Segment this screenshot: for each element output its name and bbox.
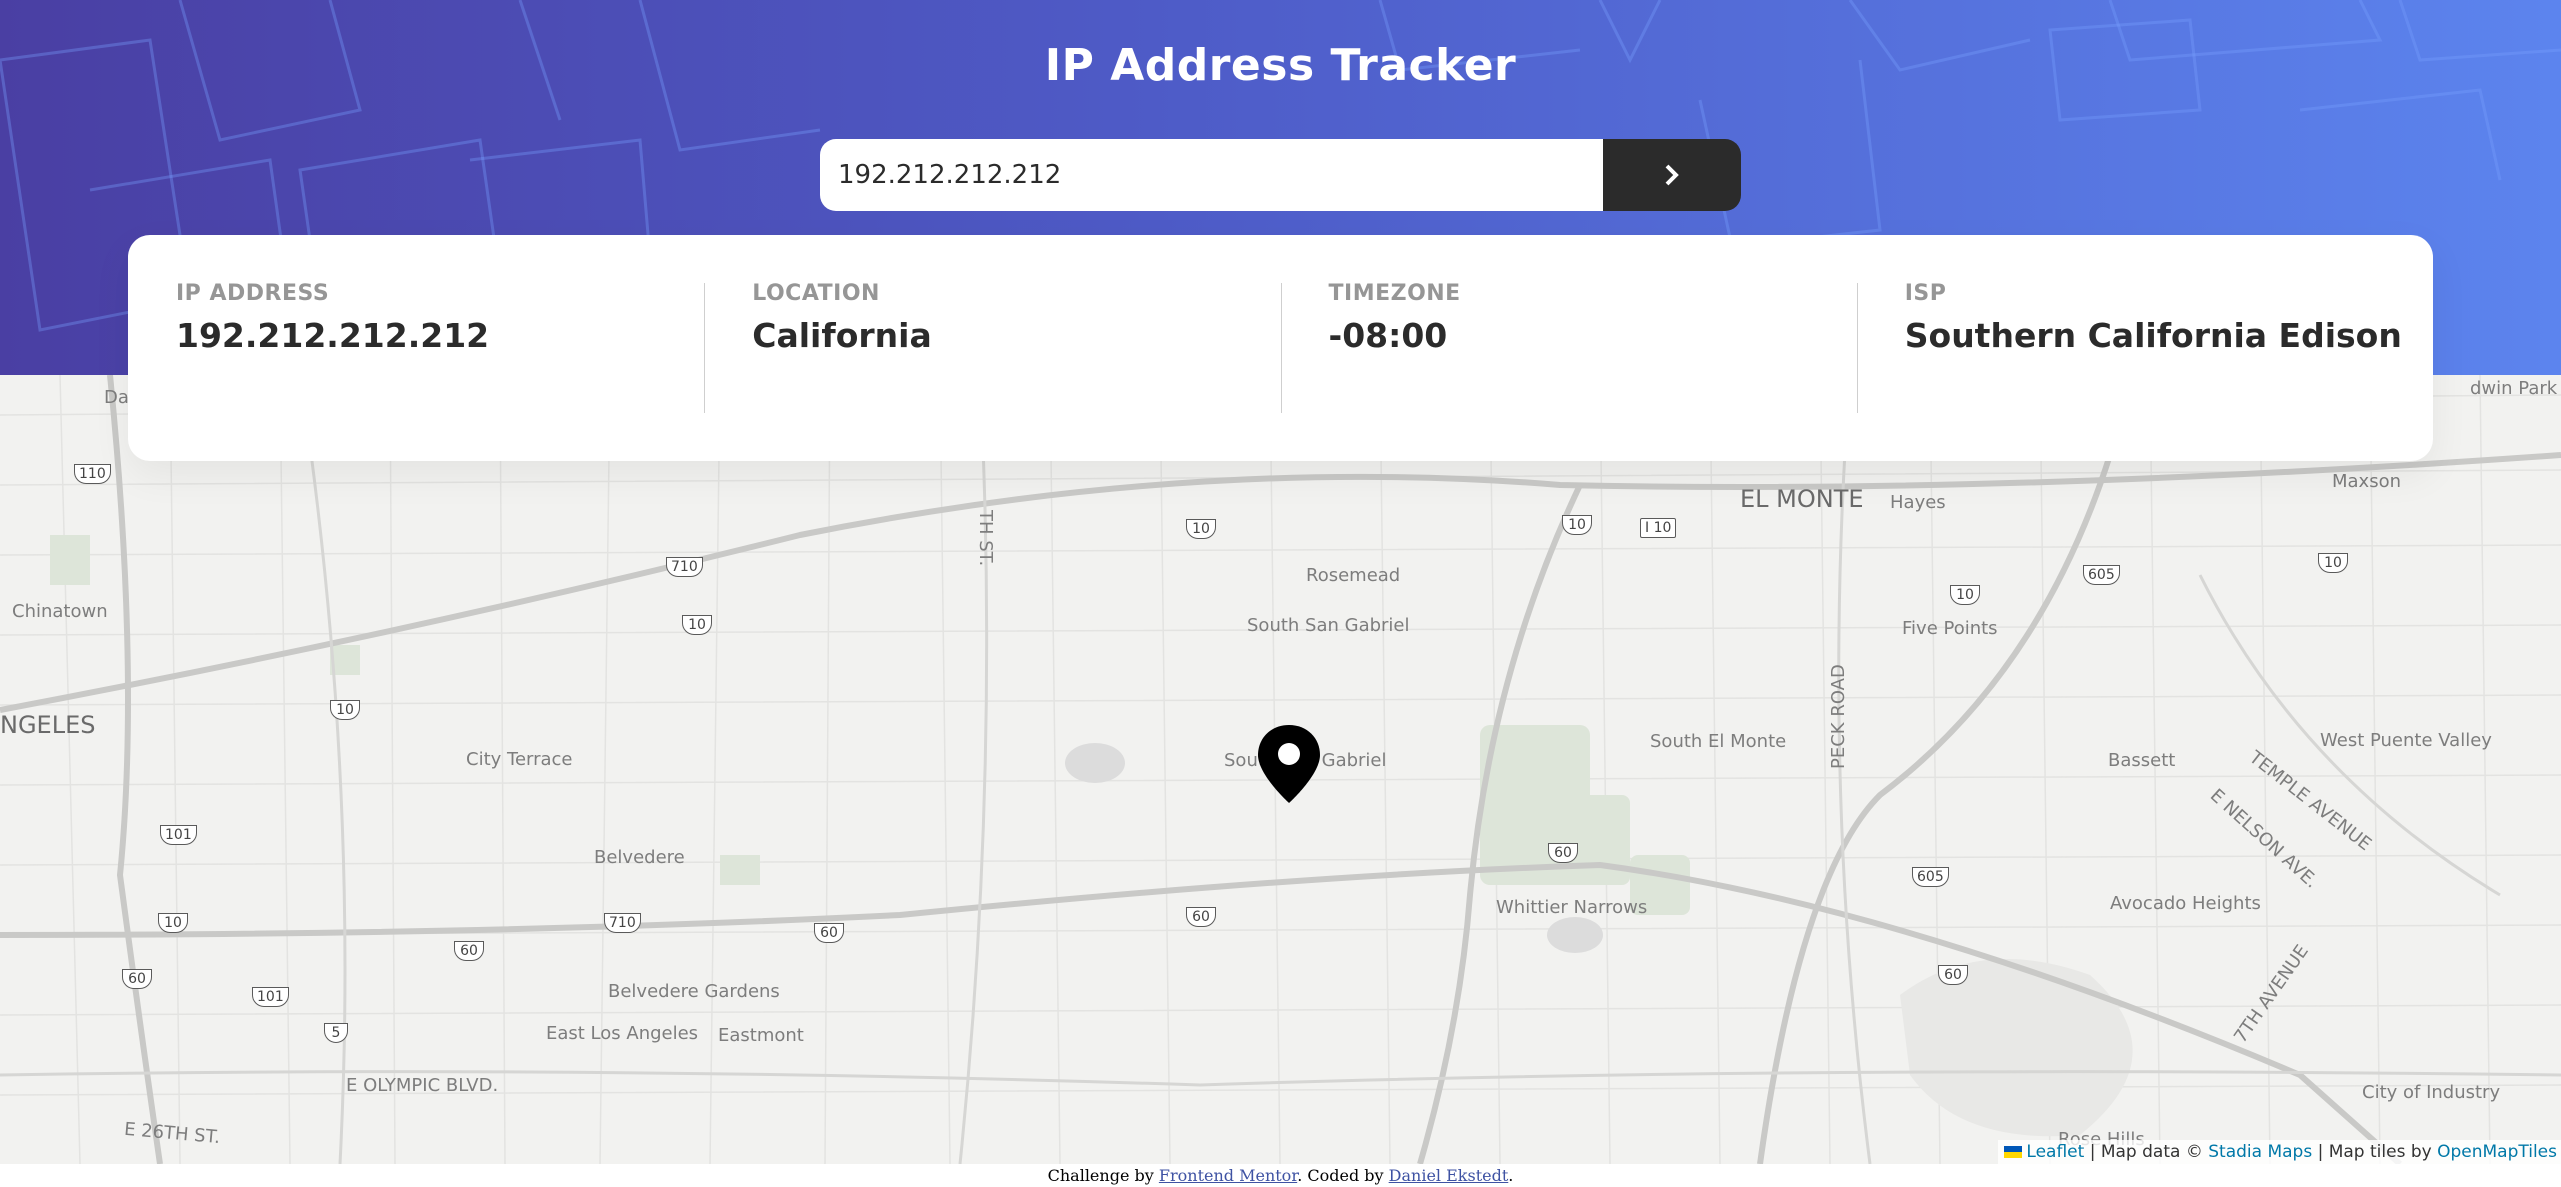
highway-shield: 10 [1950, 585, 1980, 605]
highway-shield: 10 [1186, 519, 1216, 539]
highway-shield: 101 [160, 825, 197, 845]
map-label-belvedere: Belvedere [594, 847, 685, 868]
ip-search-input[interactable] [820, 139, 1603, 211]
ukraine-flag-icon [2004, 1146, 2023, 1158]
map-label-peck-road: PECK ROAD [1828, 664, 1849, 769]
map-label-city-of-industry: City of Industry [2362, 1082, 2501, 1103]
info-ip-address: IP ADDRESS 192.212.212.212 [128, 235, 704, 461]
highway-shield: 60 [1186, 907, 1216, 927]
map-label-da: Da [104, 387, 129, 408]
map-label-baldwin-park: dwin Park [2470, 378, 2558, 399]
info-label: ISP [1904, 281, 1947, 306]
map-label-five-points: Five Points [1902, 618, 1998, 639]
highway-shield: I 10 [1640, 518, 1677, 538]
highway-shield: 710 [604, 913, 641, 933]
leaflet-link[interactable]: Leaflet [2026, 1142, 2084, 1162]
highway-shield: 60 [1938, 965, 1968, 985]
ip-search-form [820, 139, 1741, 211]
map-attribution: Leaflet | Map data © Stadia Maps | Map t… [1998, 1140, 2561, 1164]
chevron-right-icon [1665, 164, 1679, 186]
highway-shield: 605 [2083, 565, 2120, 585]
author-link[interactable]: Daniel Ekstedt [1389, 1166, 1509, 1185]
highway-shield: 101 [252, 987, 289, 1007]
map-label-eastmont: Eastmont [718, 1025, 804, 1046]
map-label-south-san-gabriel: South San Gabriel [1247, 615, 1410, 636]
info-value: -08:00 [1328, 316, 1448, 355]
highway-shield: 10 [1562, 515, 1592, 535]
info-value: California [752, 316, 932, 355]
highway-shield: 10 [682, 615, 712, 635]
map-label-city-terrace: City Terrace [466, 749, 573, 770]
map-label-whittier-narrows: Whittier Narrows [1496, 897, 1648, 918]
map-label-west-puente-valley: West Puente Valley [2320, 730, 2492, 751]
highway-shield: 10 [158, 913, 188, 933]
highway-shield: 710 [666, 557, 703, 577]
highway-shield: 60 [122, 969, 152, 989]
map-label-maxson: Maxson [2332, 471, 2402, 492]
info-value: Southern California Edison [1904, 316, 2402, 355]
map-label-rosemead: Rosemead [1306, 565, 1401, 586]
highway-shield: 60 [1548, 843, 1578, 863]
ip-info-card: IP ADDRESS 192.212.212.212 LOCATION Cali… [128, 235, 2433, 461]
openmaptiles-link[interactable]: OpenMapTiles [2437, 1142, 2557, 1162]
info-isp: ISP Southern California Edison [1856, 235, 2433, 461]
search-submit-button[interactable] [1603, 139, 1741, 211]
highway-shield: 60 [814, 923, 844, 943]
map-view[interactable]: EL MONTE Hayes Maxson dwin Park Rosemead… [0, 375, 2561, 1164]
map-label-th-st: TH ST. [975, 510, 996, 567]
map-label-los-angeles: NGELES [0, 711, 96, 739]
map-label-chinatown: Chinatown [12, 601, 108, 622]
highway-shield: 10 [2318, 553, 2348, 573]
page-title: IP Address Tracker [1044, 40, 1517, 91]
frontend-mentor-link[interactable]: Frontend Mentor [1159, 1166, 1297, 1185]
info-location: LOCATION California [704, 235, 1280, 461]
location-pin-icon[interactable] [1256, 723, 1322, 805]
map-label-avocado-heights: Avocado Heights [2110, 893, 2261, 914]
attribution-text: | Map tiles by [2312, 1142, 2438, 1162]
attribution-text: | Map data © [2084, 1142, 2209, 1162]
info-value: 192.212.212.212 [176, 316, 490, 355]
highway-shield: 110 [74, 464, 111, 484]
stadia-maps-link[interactable]: Stadia Maps [2208, 1142, 2312, 1162]
map-label-bassett: Bassett [2108, 750, 2176, 771]
map-label-south-el-monte: South El Monte [1650, 731, 1787, 752]
footer-text: . [1508, 1166, 1514, 1185]
map-label-east-los-angeles: East Los Angeles [546, 1023, 699, 1044]
footer-text: . Coded by [1297, 1166, 1389, 1185]
highway-shield: 60 [454, 941, 484, 961]
info-timezone: TIMEZONE -08:00 [1280, 235, 1857, 461]
map-label-e-olympic-blvd: E OLYMPIC BLVD. [346, 1075, 499, 1096]
attribution-footer: Challenge by Frontend Mentor. Coded by D… [0, 1164, 2561, 1187]
footer-text: Challenge by [1047, 1166, 1159, 1185]
info-label: IP ADDRESS [176, 281, 330, 306]
highway-shield: 605 [1912, 867, 1949, 887]
highway-shield: 10 [330, 700, 360, 720]
map-label-el-monte: EL MONTE [1740, 485, 1864, 513]
info-label: TIMEZONE [1328, 281, 1461, 306]
info-label: LOCATION [752, 281, 880, 306]
map-label-belvedere-gardens: Belvedere Gardens [608, 981, 780, 1002]
map-label-hayes: Hayes [1890, 492, 1946, 513]
